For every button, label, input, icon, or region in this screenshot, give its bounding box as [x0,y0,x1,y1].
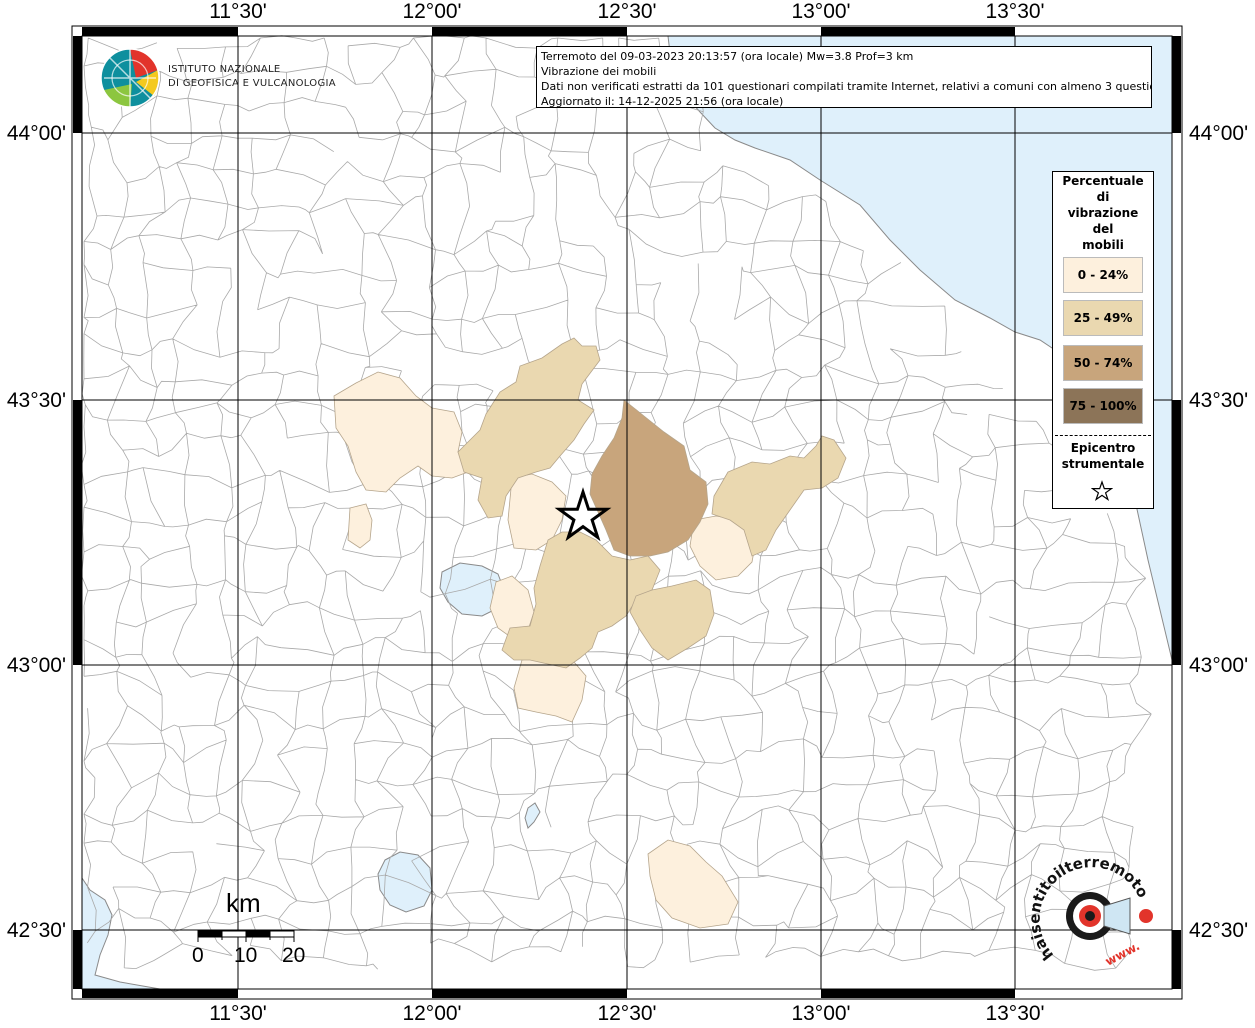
legend-epicenter-line: Epicentro [1070,441,1136,455]
legend-title-line: Percentuale [1062,174,1144,188]
ingv-logo-line: ISTITUTO NAZIONALE [168,64,281,75]
ingv-logo-line: DI GEOFISICA E VULCANOLOGIA [168,78,336,89]
legend-title: Percentuale di vibrazione del mobili [1053,173,1153,253]
star-icon [1091,480,1113,502]
legend-epicenter-label: Epicentro strumentale [1053,440,1153,472]
lon-bottom-label: 12°00' [402,1002,461,1024]
lon-bottom-label: 11°30' [209,1002,267,1024]
lon-top-label: 13°30' [985,0,1044,23]
legend-item: 0 - 24% [1063,257,1143,293]
legend-title-line: del [1092,222,1114,236]
lat-left-label: 43°00' [7,654,66,677]
lat-left-label: 42°30' [7,919,66,942]
felt-map: 11°30' 12°00' 12°30' 13°00' 13°30' 11°30… [0,0,1255,1025]
ingv-globe-icon [100,48,160,108]
lon-top-label: 12°00' [402,0,461,23]
lon-bottom-label: 13°30' [985,1002,1044,1024]
scale-tick-label: 20 [282,944,306,967]
legend-separator [1055,435,1151,436]
scale-tick-label: 10 [234,944,258,967]
update-line: Aggiornato il: 14-12-2025 21:56 (ora loc… [541,95,784,108]
data-note-line: Dati non verificati estratti da 101 ques… [541,80,1152,93]
lat-right-label: 43°30' [1189,389,1248,412]
lon-bottom-label: 13°00' [791,1002,850,1024]
felt-area [347,503,373,549]
legend: Percentuale di vibrazione del mobili 0 -… [1052,171,1154,509]
lon-bottom-label: 12°30' [597,1002,656,1024]
lat-left-label: 44°00' [7,122,66,145]
legend-title-line: vibrazione [1067,206,1139,220]
legend-epicenter-line: strumentale [1061,457,1145,471]
scale-tick-label: 0 [192,944,204,967]
lon-top-label: 11°30' [209,0,267,23]
lat-right-label: 43°00' [1189,654,1248,677]
lat-right-label: 42°30' [1189,919,1248,942]
lat-left-label: 43°30' [7,389,66,412]
lon-top-label: 12°30' [597,0,656,23]
legend-item: 25 - 49% [1063,300,1143,336]
event-line: Terremoto del 09-03-2023 20:13:57 (ora l… [541,50,914,63]
ingv-logo-text: ISTITUTO NAZIONALE DI GEOFISICA E VULCAN… [168,63,336,91]
lat-right-label: 44°00' [1189,122,1248,145]
legend-title-line: di [1096,190,1110,204]
legend-title-line: mobili [1082,238,1124,252]
earthquake-info-box: Terremoto del 09-03-2023 20:13:57 (ora l… [536,46,1152,108]
map-type-line: Vibrazione dei mobili [541,65,657,78]
legend-item: 50 - 74% [1063,345,1143,381]
scale-unit-label: km [226,888,261,918]
lon-top-label: 13°00' [791,0,850,23]
legend-item: 75 - 100% [1063,388,1143,424]
